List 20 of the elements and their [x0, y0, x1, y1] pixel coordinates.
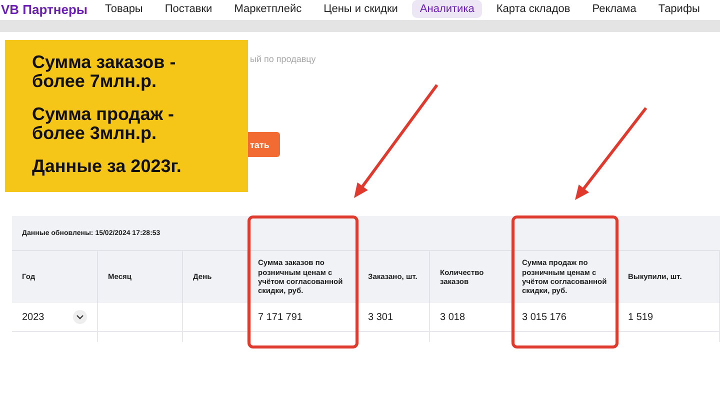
- table-cell: 3 301: [358, 303, 430, 332]
- chevron-icon[interactable]: [73, 310, 87, 324]
- nav-tab[interactable]: Реклама: [584, 0, 644, 18]
- nav-tab[interactable]: Аналитика: [412, 0, 482, 18]
- table-cell: 7 171 791: [248, 303, 358, 332]
- nav-tab[interactable]: Тарифы: [650, 0, 708, 18]
- nav-tab[interactable]: Поставки: [156, 0, 220, 18]
- nav-tab[interactable]: Карта складов: [488, 0, 578, 18]
- callout-text: Сумма заказов - более 7млн.р.: [32, 53, 177, 91]
- nav-tab[interactable]: Маркетплейс: [226, 0, 310, 18]
- filter-hint: ый по продавцу: [250, 54, 317, 64]
- callout-text: Данные за 2023г.: [32, 157, 182, 176]
- nav-tab[interactable]: Товары: [97, 0, 151, 18]
- table-cell: 3 018: [430, 303, 512, 332]
- brand-logo[interactable]: VB Партнеры: [1, 2, 97, 16]
- callout-text: Сумма продаж - более 3млн.р.: [32, 105, 175, 143]
- nav-tab[interactable]: Цены и скидки: [316, 0, 406, 18]
- table-cell: 3 015 176: [512, 303, 618, 332]
- table-cell: 2023: [12, 303, 98, 332]
- table-cell: 1 519: [618, 303, 720, 332]
